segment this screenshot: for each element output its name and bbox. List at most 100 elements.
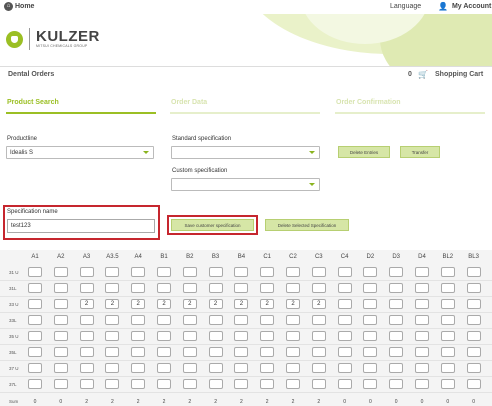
quantity-input[interactable] xyxy=(234,283,249,293)
quantity-input[interactable]: 2 xyxy=(131,299,146,309)
quantity-input[interactable] xyxy=(79,315,94,325)
quantity-input[interactable]: 2 xyxy=(286,299,300,309)
quantity-input[interactable] xyxy=(440,315,455,325)
quantity-input[interactable] xyxy=(337,331,352,341)
quantity-input[interactable] xyxy=(260,267,275,277)
quantity-input[interactable] xyxy=(53,315,68,325)
transfer-button[interactable]: Transfer xyxy=(400,146,440,158)
quantity-input[interactable] xyxy=(440,331,455,341)
quantity-input[interactable] xyxy=(260,379,275,389)
quantity-input[interactable] xyxy=(79,347,94,357)
language-link[interactable]: Language xyxy=(390,3,421,10)
quantity-input[interactable] xyxy=(53,331,68,341)
quantity-input[interactable] xyxy=(234,267,249,277)
quantity-input[interactable] xyxy=(208,363,223,373)
standard-spec-select[interactable] xyxy=(171,146,320,159)
quantity-input[interactable] xyxy=(28,267,42,277)
quantity-input[interactable] xyxy=(389,267,404,277)
home-link[interactable]: ⌂ Home xyxy=(4,2,34,11)
quantity-input[interactable] xyxy=(286,315,300,325)
quantity-input[interactable] xyxy=(105,331,120,341)
quantity-input[interactable] xyxy=(79,379,94,389)
quantity-input[interactable] xyxy=(28,347,42,357)
account-link[interactable]: 👤 My Account xyxy=(438,2,491,11)
delete-entries-button[interactable]: Delete Entries xyxy=(338,146,390,158)
quantity-input[interactable] xyxy=(466,331,481,341)
quantity-input[interactable] xyxy=(415,379,429,389)
quantity-input[interactable] xyxy=(131,315,146,325)
quantity-input[interactable] xyxy=(363,347,378,357)
save-custom-spec-button[interactable]: Save customer specification xyxy=(171,219,254,231)
quantity-input[interactable] xyxy=(131,363,146,373)
quantity-input[interactable] xyxy=(260,331,275,341)
quantity-input[interactable] xyxy=(440,299,455,309)
quantity-input[interactable] xyxy=(131,267,146,277)
productline-select[interactable]: Idealis S xyxy=(6,146,154,159)
quantity-input[interactable] xyxy=(28,299,42,309)
quantity-input[interactable] xyxy=(208,283,223,293)
quantity-input[interactable] xyxy=(389,315,404,325)
quantity-input[interactable] xyxy=(105,267,120,277)
quantity-input[interactable] xyxy=(363,283,378,293)
quantity-input[interactable] xyxy=(79,363,94,373)
quantity-input[interactable]: 2 xyxy=(182,299,197,309)
quantity-input[interactable] xyxy=(337,315,352,325)
quantity-input[interactable] xyxy=(131,283,146,293)
quantity-input[interactable] xyxy=(466,283,481,293)
quantity-input[interactable] xyxy=(311,347,326,357)
quantity-input[interactable] xyxy=(157,283,171,293)
quantity-input[interactable]: 2 xyxy=(234,299,249,309)
quantity-input[interactable] xyxy=(234,331,249,341)
quantity-input[interactable] xyxy=(260,347,275,357)
quantity-input[interactable] xyxy=(389,299,404,309)
quantity-input[interactable] xyxy=(389,283,404,293)
quantity-input[interactable]: 2 xyxy=(105,299,120,309)
quantity-input[interactable] xyxy=(363,267,378,277)
quantity-input[interactable]: 2 xyxy=(79,299,94,309)
quantity-input[interactable] xyxy=(234,379,249,389)
quantity-input[interactable]: 2 xyxy=(311,299,326,309)
quantity-input[interactable] xyxy=(311,315,326,325)
spec-name-input[interactable]: test123 xyxy=(7,219,155,233)
quantity-input[interactable] xyxy=(182,331,197,341)
quantity-input[interactable] xyxy=(466,347,481,357)
quantity-input[interactable] xyxy=(337,267,352,277)
quantity-input[interactable] xyxy=(53,347,68,357)
quantity-input[interactable] xyxy=(79,283,94,293)
quantity-input[interactable] xyxy=(286,363,300,373)
quantity-input[interactable] xyxy=(105,363,120,373)
quantity-input[interactable] xyxy=(286,331,300,341)
quantity-input[interactable] xyxy=(337,299,352,309)
quantity-input[interactable] xyxy=(105,347,120,357)
quantity-input[interactable] xyxy=(105,283,120,293)
quantity-input[interactable] xyxy=(53,267,68,277)
quantity-input[interactable] xyxy=(363,331,378,341)
quantity-input[interactable] xyxy=(311,283,326,293)
quantity-input[interactable] xyxy=(28,331,42,341)
quantity-input[interactable] xyxy=(311,267,326,277)
quantity-input[interactable] xyxy=(157,347,171,357)
quantity-input[interactable] xyxy=(105,315,120,325)
quantity-input[interactable] xyxy=(79,331,94,341)
quantity-input[interactable] xyxy=(440,347,455,357)
quantity-input[interactable] xyxy=(234,347,249,357)
quantity-input[interactable] xyxy=(286,379,300,389)
quantity-input[interactable] xyxy=(337,347,352,357)
quantity-input[interactable] xyxy=(157,315,171,325)
quantity-input[interactable] xyxy=(157,331,171,341)
quantity-input[interactable] xyxy=(389,331,404,341)
quantity-input[interactable] xyxy=(311,363,326,373)
quantity-input[interactable] xyxy=(311,379,326,389)
quantity-input[interactable] xyxy=(389,379,404,389)
quantity-input[interactable] xyxy=(260,315,275,325)
quantity-input[interactable] xyxy=(415,267,429,277)
quantity-input[interactable] xyxy=(260,363,275,373)
quantity-input[interactable] xyxy=(415,363,429,373)
quantity-input[interactable] xyxy=(286,347,300,357)
quantity-input[interactable] xyxy=(53,299,68,309)
dental-orders-link[interactable]: Dental Orders xyxy=(8,71,54,78)
quantity-input[interactable] xyxy=(53,363,68,373)
quantity-input[interactable] xyxy=(105,379,120,389)
quantity-input[interactable] xyxy=(415,347,429,357)
quantity-input[interactable] xyxy=(415,331,429,341)
